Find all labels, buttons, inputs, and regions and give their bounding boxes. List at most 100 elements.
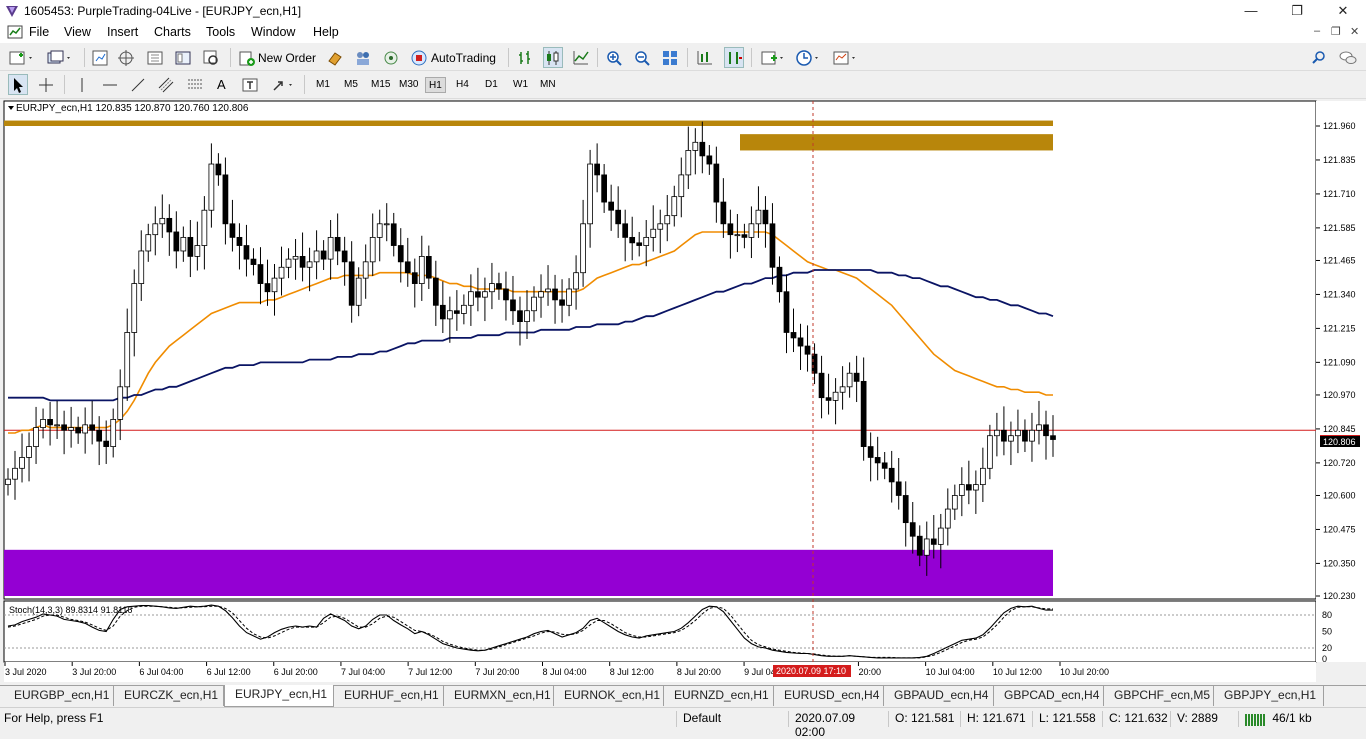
price-chart[interactable]: 121.960 121.835 121.710 121.585 121.465 121.3… — [0, 99, 1366, 682]
candle-body — [839, 386, 846, 393]
strategy-tester-button[interactable] — [202, 47, 220, 68]
candle-body — [383, 223, 390, 226]
vertical-line-button[interactable] — [73, 74, 91, 95]
periods-button[interactable] — [795, 47, 821, 68]
arrows-button[interactable] — [270, 74, 296, 95]
menu-insert[interactable]: Insert — [107, 25, 138, 39]
candle-body — [341, 250, 348, 263]
mdi-close-button[interactable]: ✕ — [1350, 25, 1359, 38]
chart-tab[interactable]: EURJPY_ecn,H1 — [224, 685, 334, 707]
candle-body — [166, 217, 173, 233]
menu-window[interactable]: Window — [251, 25, 295, 39]
terminal-button[interactable] — [174, 47, 192, 68]
timeframe-d1-button[interactable]: D1 — [482, 77, 501, 93]
candlestick-chart-button[interactable] — [543, 47, 563, 68]
new-chart-button[interactable] — [8, 47, 34, 68]
chart-tab[interactable]: EURMXN_ecn,H1 — [444, 686, 554, 706]
bar-chart-button[interactable] — [516, 47, 534, 68]
chart-tab[interactable]: EURHUF_ecn,H1 — [334, 686, 444, 706]
profiles-button[interactable] — [46, 47, 72, 68]
mdi-minimize-button[interactable]: – — [1314, 25, 1320, 37]
timeframe-mn-button[interactable]: MN — [537, 77, 559, 93]
indicators-button[interactable] — [760, 47, 786, 68]
new-order-button[interactable]: New Order — [238, 47, 316, 68]
chart-tab[interactable]: GBPCHF_ecn,M5 — [1104, 686, 1214, 706]
candle-body — [594, 163, 600, 176]
chart-tab[interactable]: GBPAUD_ecn,H4 — [884, 686, 994, 706]
text-label-button[interactable] — [241, 74, 259, 95]
time-tick-label: 20:00 — [858, 667, 881, 677]
search-button[interactable] — [1311, 47, 1327, 68]
timeframe-m15-button[interactable]: M15 — [368, 77, 393, 93]
timeframe-m30-button[interactable]: M30 — [396, 77, 421, 93]
tile-windows-button[interactable] — [661, 47, 679, 68]
navigator-button[interactable] — [146, 47, 164, 68]
candle-body — [755, 209, 762, 225]
chart-tab[interactable]: GBPCAD_ecn,H4 — [994, 686, 1104, 706]
title-bar: 1605453: PurpleTrading-04Live - [EURJPY_… — [0, 0, 1366, 22]
market-button[interactable] — [382, 47, 400, 68]
chart-shift-button[interactable] — [696, 47, 714, 68]
stochastic-label: Stoch(14,3,3) 89.8314 91.8116 — [9, 605, 132, 615]
restore-button[interactable]: ❐ — [1274, 0, 1320, 22]
menu-help[interactable]: Help — [313, 25, 339, 39]
line-chart-button[interactable] — [572, 47, 590, 68]
zoom-in-button[interactable] — [605, 47, 623, 68]
candle-body — [82, 424, 89, 434]
mdi-restore-button[interactable]: ❐ — [1331, 25, 1341, 38]
cursor-button[interactable] — [8, 74, 28, 95]
chart-tab[interactable]: EURCZK_ecn,H1 — [114, 686, 224, 706]
trendline-button[interactable] — [129, 74, 147, 95]
candle-body — [215, 163, 222, 176]
templates-icon — [833, 51, 855, 64]
timeframe-w1-button[interactable]: W1 — [510, 77, 531, 93]
chart-window[interactable]: 121.960 121.835 121.710 121.585 121.465 121.3… — [0, 99, 1366, 682]
metaquotes-language-editor-button[interactable] — [326, 47, 344, 68]
market-watch-button[interactable] — [91, 47, 109, 68]
menu-view[interactable]: View — [64, 25, 91, 39]
auto-scroll-icon — [729, 51, 742, 64]
chart-tab[interactable]: EURGBP_ecn,H1 — [4, 686, 114, 706]
horizontal-line-button[interactable] — [101, 74, 119, 95]
fibonacci-button[interactable] — [186, 74, 204, 95]
price-tick-label: 121.710 — [1323, 189, 1356, 199]
data-window-button[interactable] — [117, 47, 135, 68]
menu-file[interactable]: File — [29, 25, 49, 39]
text-tool-button[interactable]: A — [214, 74, 229, 95]
timeframe-m1-button[interactable]: M1 — [313, 77, 333, 93]
horizontal-line-icon — [103, 84, 117, 85]
timeframe-h1-button[interactable]: H1 — [425, 77, 446, 93]
candle-body — [264, 283, 271, 293]
menu-charts[interactable]: Charts — [154, 25, 191, 39]
autotrading-button[interactable]: AutoTrading — [410, 47, 496, 68]
menu-tools[interactable]: Tools — [206, 25, 235, 39]
chart-tab[interactable]: EURNOK_ecn,H1 — [554, 686, 664, 706]
timeframe-h4-button[interactable]: H4 — [453, 77, 472, 93]
templates-button[interactable] — [832, 47, 858, 68]
chart-tab[interactable]: GBPJPY_ecn,H1 — [1214, 686, 1324, 706]
candle-body — [1001, 429, 1007, 442]
crosshair-time-text: 2020.07.09 17:10 — [776, 666, 846, 676]
signals-button[interactable] — [354, 47, 372, 68]
chart-tab[interactable]: EURNZD_ecn,H1 — [664, 686, 774, 706]
candle-body — [327, 236, 334, 260]
equidistant-channel-button[interactable] — [157, 74, 175, 95]
zoom-out-button[interactable] — [633, 47, 651, 68]
crosshair-tool-button[interactable] — [37, 74, 55, 95]
candle-body — [650, 228, 657, 238]
chart-window-icon — [7, 25, 23, 39]
close-button[interactable]: ✕ — [1320, 0, 1366, 22]
chart-tab[interactable]: EURUSD_ecn,H4 — [774, 686, 884, 706]
minimize-button[interactable]: — — [1228, 0, 1274, 22]
chat-button[interactable] — [1338, 47, 1358, 68]
timeframe-m5-button[interactable]: M5 — [341, 77, 361, 93]
candle-body — [720, 201, 727, 225]
candle-body — [320, 250, 327, 260]
candle-body — [222, 174, 229, 225]
auto-scroll-button[interactable] — [724, 47, 744, 68]
candle-body — [411, 272, 418, 284]
candle-body — [208, 163, 215, 211]
candle-body — [580, 223, 586, 274]
candle-body — [587, 163, 593, 225]
chart-tabs: EURGBP_ecn,H1 EURCZK_ecn,H1 EURJPY_ecn,H1 E… — [0, 685, 1366, 707]
